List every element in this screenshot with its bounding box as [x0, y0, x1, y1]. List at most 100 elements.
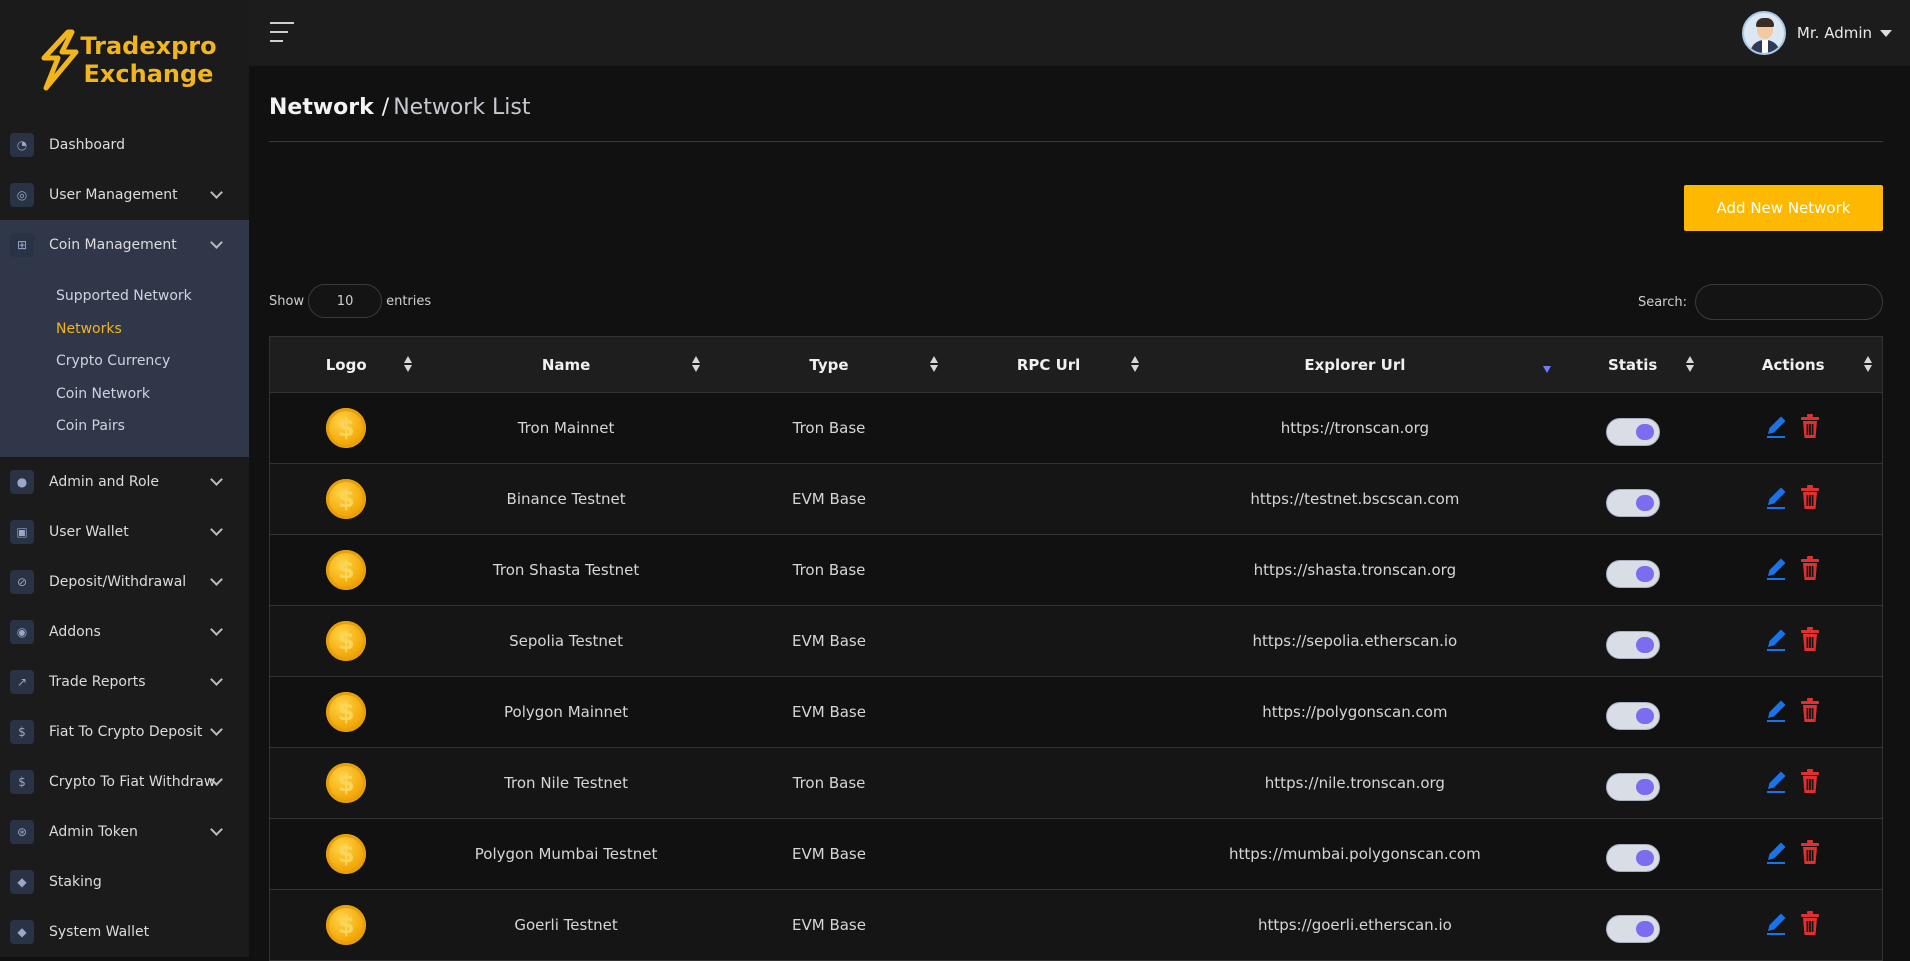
- column-header-label: Statis: [1607, 355, 1658, 374]
- network-name: Polygon Mainnet: [422, 676, 710, 748]
- explorer-url[interactable]: https://polygonscan.com: [1148, 676, 1561, 748]
- status-toggle[interactable]: [1605, 418, 1660, 446]
- sidebar-item-label: User Management: [49, 187, 178, 203]
- submenu-item-networks[interactable]: Networks: [56, 313, 249, 346]
- delete-trash-icon[interactable]: [1798, 412, 1822, 440]
- delete-trash-icon[interactable]: [1798, 767, 1822, 795]
- column-header-explorer-url[interactable]: Explorer Url: [1148, 336, 1561, 393]
- actions-cell: [1704, 392, 1883, 464]
- network-name: Binance Testnet: [422, 463, 710, 535]
- network-name: Tron Nile Testnet: [422, 747, 710, 819]
- delete-trash-icon[interactable]: [1798, 909, 1822, 937]
- toolbar: Add New Network: [269, 142, 1883, 254]
- status-toggle[interactable]: [1605, 560, 1660, 588]
- network-table: Logo Name Type RPC Url Explorer Url Statis Act…: [269, 336, 1883, 961]
- explorer-url[interactable]: https://shasta.tronscan.org: [1148, 534, 1561, 606]
- column-header-name[interactable]: Name: [422, 336, 710, 393]
- chevron-down-icon: [210, 472, 223, 486]
- sidebar-item-user-management[interactable]: ◎ User Management: [0, 170, 249, 220]
- column-header-type[interactable]: Type: [709, 336, 949, 393]
- status-cell: [1560, 463, 1705, 535]
- rpc-url: [948, 676, 1149, 748]
- layers-icon: ◆: [10, 919, 34, 944]
- submenu-item-coin-network[interactable]: Coin Network: [56, 378, 249, 411]
- sidebar-item-admin-token[interactable]: ⊛ Admin Token: [0, 807, 249, 857]
- sidebar-item-deposit-withdrawal[interactable]: ⊘ Deposit/Withdrawal: [0, 557, 249, 607]
- breadcrumb: Network / Network List: [269, 66, 1883, 142]
- status-toggle[interactable]: [1605, 915, 1660, 943]
- table-row: $ Binance Testnet EVM Base https://testnet.…: [269, 463, 1883, 535]
- logo-cell: $: [269, 818, 423, 890]
- sidebar-item-admin-and-role[interactable]: ● Admin and Role: [0, 457, 249, 507]
- delete-trash-icon[interactable]: [1798, 838, 1822, 866]
- table-row: $ Goerli Testnet EVM Base https://goerli.et…: [269, 889, 1883, 961]
- delete-trash-icon[interactable]: [1798, 554, 1822, 582]
- column-header-logo[interactable]: Logo: [269, 336, 423, 393]
- actions-cell: [1704, 605, 1883, 677]
- column-header-label: RPC Url: [1016, 355, 1081, 374]
- user-menu[interactable]: Mr. Admin: [1741, 11, 1892, 55]
- explorer-url[interactable]: https://mumbai.polygonscan.com: [1148, 818, 1561, 890]
- search-input[interactable]: [1695, 284, 1883, 320]
- explorer-url[interactable]: https://sepolia.etherscan.io: [1148, 605, 1561, 677]
- rpc-url: [948, 747, 1149, 819]
- topbar: Mr. Admin: [249, 0, 1910, 66]
- rpc-url: [948, 605, 1149, 677]
- table-row: $ Tron Nile Testnet Tron Base https://nile.…: [269, 747, 1883, 819]
- avatar: [1741, 11, 1786, 55]
- sidebar-item-addons[interactable]: ◉ Addons: [0, 607, 249, 657]
- explorer-url[interactable]: https://goerli.etherscan.io: [1148, 889, 1561, 961]
- sidebar-item-system-wallet[interactable]: ◆ System Wallet: [0, 907, 249, 957]
- chevron-down-icon: [210, 672, 223, 686]
- edit-pencil-icon[interactable]: [1764, 483, 1788, 511]
- delete-trash-icon[interactable]: [1798, 696, 1822, 724]
- sidebar-item-user-wallet[interactable]: ▣ User Wallet: [0, 507, 249, 557]
- entries-control: Show 10 entries: [269, 284, 431, 318]
- coin-logo-icon: $: [326, 479, 367, 519]
- status-toggle[interactable]: [1605, 631, 1660, 659]
- explorer-url[interactable]: https://nile.tronscan.org: [1148, 747, 1561, 819]
- submenu-item-supported-network[interactable]: Supported Network: [56, 280, 249, 313]
- entries-select[interactable]: 10: [308, 284, 383, 318]
- explorer-url[interactable]: https://testnet.bscscan.com: [1148, 463, 1561, 535]
- column-header-rpc-url[interactable]: RPC Url: [948, 336, 1149, 393]
- status-toggle[interactable]: [1605, 489, 1660, 517]
- delete-trash-icon[interactable]: [1798, 483, 1822, 511]
- network-name: Tron Shasta Testnet: [422, 534, 710, 606]
- sidebar-item-staking[interactable]: ◆ Staking: [0, 857, 249, 907]
- coin-logo-icon: $: [326, 621, 367, 661]
- status-toggle[interactable]: [1605, 844, 1660, 872]
- table-row: $ Sepolia Testnet EVM Base https://sepolia.…: [269, 605, 1883, 677]
- submenu-item-crypto-currency[interactable]: Crypto Currency: [56, 345, 249, 378]
- status-toggle[interactable]: [1605, 702, 1660, 730]
- delete-trash-icon[interactable]: [1798, 625, 1822, 653]
- sidebar-item-dashboard[interactable]: ◔ Dashboard: [0, 120, 249, 170]
- edit-pencil-icon[interactable]: [1764, 554, 1788, 582]
- add-new-network-button[interactable]: Add New Network: [1684, 185, 1883, 231]
- edit-pencil-icon[interactable]: [1764, 412, 1788, 440]
- breadcrumb-root[interactable]: Network: [269, 95, 374, 120]
- edit-pencil-icon[interactable]: [1764, 767, 1788, 795]
- edit-pencil-icon[interactable]: [1764, 625, 1788, 653]
- sidebar-item-crypto-to-fiat-withdraw[interactable]: $ Crypto To Fiat Withdraw: [0, 757, 249, 807]
- network-type: EVM Base: [709, 676, 949, 748]
- sidebar-item-label: System Wallet: [49, 923, 150, 940]
- rpc-url: [948, 534, 1149, 606]
- sidebar-item-fiat-to-crypto-deposit[interactable]: $ Fiat To Crypto Deposit: [0, 707, 249, 757]
- status-toggle[interactable]: [1605, 773, 1660, 801]
- edit-pencil-icon[interactable]: [1764, 909, 1788, 937]
- explorer-url[interactable]: https://tronscan.org: [1148, 392, 1561, 464]
- edit-pencil-icon[interactable]: [1764, 696, 1788, 724]
- brand-logo[interactable]: Tradexpro Exchange: [0, 0, 249, 120]
- submenu-item-coin-pairs[interactable]: Coin Pairs: [56, 410, 249, 443]
- edit-pencil-icon[interactable]: [1764, 838, 1788, 866]
- logo-cell: $: [269, 747, 423, 819]
- chevron-down-icon: [210, 622, 223, 636]
- sidebar-item-coin-management[interactable]: ⊞ Coin Management: [0, 220, 249, 270]
- column-header-actions[interactable]: Actions: [1704, 336, 1883, 393]
- main-content: Network / Network List Add New Network S…: [269, 66, 1883, 961]
- sidebar-item-trade-reports[interactable]: ↗ Trade Reports: [0, 657, 249, 707]
- hamburger-menu-icon[interactable]: [270, 22, 294, 42]
- sidebar-item-label: Addons: [49, 623, 101, 640]
- column-header-statis[interactable]: Statis: [1560, 336, 1705, 393]
